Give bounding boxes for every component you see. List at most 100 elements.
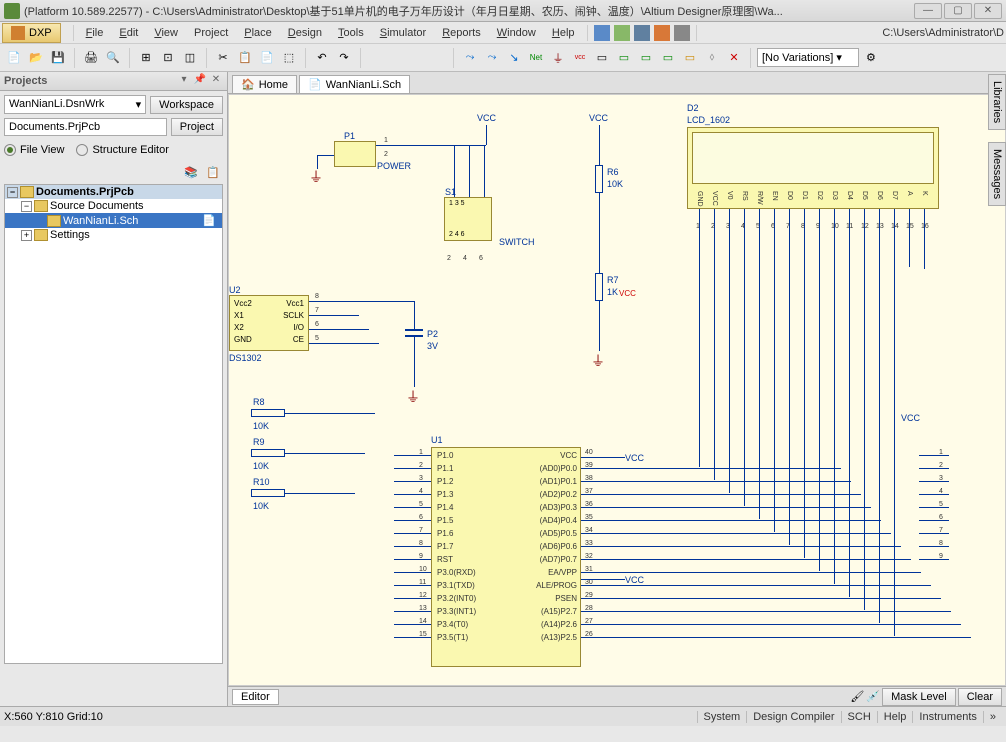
tb-device[interactable]: ▭ bbox=[658, 48, 678, 68]
minimize-button[interactable]: — bbox=[914, 3, 942, 19]
label-switch: SWITCH bbox=[499, 237, 535, 247]
tb-port[interactable]: ⬨ bbox=[702, 48, 722, 68]
comp-r8[interactable] bbox=[251, 409, 285, 417]
tb-open[interactable]: 📂 bbox=[26, 48, 46, 68]
comp-s1[interactable]: 1 3 5 2 4 6 bbox=[444, 197, 492, 241]
comp-r7[interactable] bbox=[595, 273, 603, 301]
expand-icon[interactable]: − bbox=[21, 201, 32, 212]
tb-vcc[interactable]: vcc bbox=[570, 48, 590, 68]
menu-view[interactable]: View bbox=[146, 25, 186, 41]
structure-editor-radio[interactable]: Structure Editor bbox=[76, 144, 168, 156]
tb-paste[interactable]: 📄 bbox=[257, 48, 277, 68]
comp-r6[interactable] bbox=[595, 165, 603, 193]
panel-dropdown-icon[interactable]: ▾ bbox=[177, 74, 191, 88]
menu-help[interactable]: Help bbox=[544, 25, 583, 41]
gnd-icon: ⏚ bbox=[406, 387, 420, 407]
status-help[interactable]: Help bbox=[877, 711, 913, 723]
project-button[interactable]: Project bbox=[171, 118, 223, 136]
tab-schematic[interactable]: 📄 WanNianLi.Sch bbox=[299, 75, 410, 93]
comp-p2[interactable] bbox=[405, 329, 423, 331]
projects-panel: Projects ▾ 📌 ✕ WanNianLi.DsnWrk▾ Workspa… bbox=[0, 72, 228, 706]
status-design-compiler[interactable]: Design Compiler bbox=[746, 711, 840, 723]
tb-sheetentry[interactable]: ▭ bbox=[636, 48, 656, 68]
comp-p1[interactable] bbox=[334, 141, 376, 167]
clear-button[interactable]: Clear bbox=[958, 688, 1002, 706]
tb-noerc[interactable]: ✕ bbox=[724, 48, 744, 68]
tb-wire[interactable]: ⤳ bbox=[460, 48, 480, 68]
panel-close-icon[interactable]: ✕ bbox=[209, 74, 223, 88]
tb-print[interactable]: 🖨 bbox=[81, 48, 101, 68]
project-input[interactable]: Documents.PrjPcb bbox=[4, 118, 167, 136]
menu-file[interactable]: File bbox=[78, 25, 112, 41]
tb-redo[interactable]: ↷ bbox=[334, 48, 354, 68]
panel-icon-1[interactable]: 📚 bbox=[181, 162, 201, 182]
status-sch[interactable]: SCH bbox=[841, 711, 877, 723]
tool-icon-3[interactable] bbox=[634, 25, 650, 41]
tool-icon-4[interactable] bbox=[654, 25, 670, 41]
menu-tools[interactable]: Tools bbox=[330, 25, 372, 41]
tb-copy[interactable]: 📋 bbox=[235, 48, 255, 68]
tb-cut[interactable]: ✂ bbox=[213, 48, 233, 68]
tb-sheet[interactable]: ▭ bbox=[614, 48, 634, 68]
side-tab-messages[interactable]: Messages bbox=[988, 142, 1006, 206]
maximize-button[interactable]: ▢ bbox=[944, 3, 972, 19]
brush-icon[interactable]: 🖌 bbox=[850, 690, 864, 703]
tree-root[interactable]: − Documents.PrjPcb bbox=[5, 185, 222, 199]
desig-p1: P1 bbox=[344, 131, 355, 141]
tree-file-selected[interactable]: WanNianLi.Sch 📄 bbox=[5, 213, 222, 228]
schematic-canvas[interactable]: P1 POWER 1 2 ⏚ VCC S1 1 3 5 2 4 6 SWITCH… bbox=[228, 94, 1006, 686]
variations-combo[interactable]: [No Variations] ▾ bbox=[757, 48, 859, 67]
tool-icon-1[interactable] bbox=[594, 25, 610, 41]
tb-netlabel[interactable]: Net bbox=[526, 48, 546, 68]
status-expand[interactable]: » bbox=[983, 711, 1002, 723]
tb-busentry[interactable]: ↘ bbox=[504, 48, 524, 68]
project-tree[interactable]: − Documents.PrjPcb − Source Documents Wa… bbox=[4, 184, 223, 664]
tb-bus[interactable]: ⤳ bbox=[482, 48, 502, 68]
tb-gnd[interactable]: ⏚ bbox=[548, 48, 568, 68]
expand-icon[interactable]: + bbox=[21, 230, 32, 241]
tb-preview[interactable]: 🔍 bbox=[103, 48, 123, 68]
menu-project[interactable]: Project bbox=[186, 25, 236, 41]
workspace-button[interactable]: Workspace bbox=[150, 96, 223, 114]
tool-icon-2[interactable] bbox=[614, 25, 630, 41]
tb-new[interactable]: 📄 bbox=[4, 48, 24, 68]
side-tab-libraries[interactable]: Libraries bbox=[988, 74, 1006, 130]
tb-save[interactable]: 💾 bbox=[48, 48, 68, 68]
panel-pin-icon[interactable]: 📌 bbox=[193, 74, 207, 88]
dxp-button[interactable]: DXP bbox=[2, 23, 61, 43]
tb-zoom-sel[interactable]: ◫ bbox=[180, 48, 200, 68]
tree-settings[interactable]: + Settings bbox=[5, 228, 222, 242]
tb-zoom-area[interactable]: ⊡ bbox=[158, 48, 178, 68]
file-view-radio[interactable]: File View bbox=[4, 144, 64, 156]
comp-r10[interactable] bbox=[251, 489, 285, 497]
comp-u2[interactable]: Vcc2X1X2GND Vcc1SCLKI/OCE bbox=[229, 295, 309, 351]
tool-icon-5[interactable] bbox=[674, 25, 690, 41]
editor-tab[interactable]: Editor bbox=[232, 689, 279, 705]
tb-harness[interactable]: ▭ bbox=[680, 48, 700, 68]
status-system[interactable]: System bbox=[697, 711, 747, 723]
tb-undo[interactable]: ↶ bbox=[312, 48, 332, 68]
tab-home[interactable]: 🏠 Home bbox=[232, 75, 297, 93]
mask-level-button[interactable]: Mask Level bbox=[882, 688, 956, 706]
tree-source-docs[interactable]: − Source Documents bbox=[5, 199, 222, 213]
menu-window[interactable]: Window bbox=[489, 25, 544, 41]
projects-title: Projects bbox=[4, 75, 175, 87]
menu-design[interactable]: Design bbox=[280, 25, 330, 41]
workspace-combo[interactable]: WanNianLi.DsnWrk▾ bbox=[4, 95, 146, 114]
tb-zoom-fit[interactable]: ⊞ bbox=[136, 48, 156, 68]
comp-r9[interactable] bbox=[251, 449, 285, 457]
menu-edit[interactable]: Edit bbox=[111, 25, 146, 41]
tb-part[interactable]: ▭ bbox=[592, 48, 612, 68]
status-instruments[interactable]: Instruments bbox=[912, 711, 982, 723]
tb-cfg[interactable]: ⚙ bbox=[861, 48, 881, 68]
close-button[interactable]: ✕ bbox=[974, 3, 1002, 19]
comp-lcd[interactable] bbox=[687, 127, 939, 209]
dropper-icon[interactable]: 💉 bbox=[866, 690, 880, 703]
menu-place[interactable]: Place bbox=[236, 25, 280, 41]
panel-icon-2[interactable]: 📋 bbox=[203, 162, 223, 182]
expand-icon[interactable]: − bbox=[7, 187, 18, 198]
tb-rubber[interactable]: ⬚ bbox=[279, 48, 299, 68]
toolbar: 📄 📂 💾 🖨 🔍 ⊞ ⊡ ◫ ✂ 📋 📄 ⬚ ↶ ↷ ⤳ ⤳ ↘ Net ⏚ … bbox=[0, 44, 1006, 72]
menu-reports[interactable]: Reports bbox=[434, 25, 489, 41]
menu-simulator[interactable]: Simulator bbox=[372, 25, 434, 41]
